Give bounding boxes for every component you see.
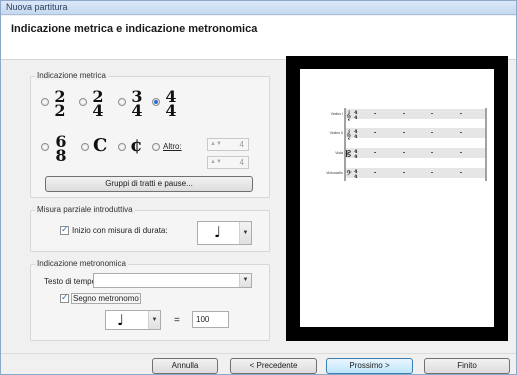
common-time-icon: C — [93, 135, 108, 156]
pickup-label: Misura parziale introduttiva — [35, 205, 135, 214]
svg-text:𝄢: 𝄢 — [346, 169, 352, 180]
beam-groups-button[interactable]: Gruppi di tratti e pause... — [45, 176, 253, 192]
time-signature-radio-4-4[interactable] — [152, 98, 160, 106]
preview-instrument-label: Violino I — [331, 112, 343, 116]
tempo-text-select[interactable]: ▼ — [93, 273, 252, 288]
time-signature-2-4: 2 4 — [92, 87, 104, 120]
quarter-note-icon: ♩ — [214, 223, 222, 241]
time-signature-3-4: 3 4 — [131, 87, 143, 120]
chevron-down-icon[interactable]: ▼ — [239, 274, 251, 287]
time-signature-radio-2-4[interactable] — [79, 98, 87, 106]
show-metronome-label[interactable]: Segno metronomo — [71, 293, 141, 304]
time-signature-radio-cut[interactable] — [118, 143, 126, 151]
time-signature-radio-other[interactable] — [152, 143, 160, 151]
equals-sign: = — [174, 315, 180, 326]
cut-time-icon: ¢ — [130, 135, 143, 156]
new-score-dialog: Nuova partitura Indicazione metrica e in… — [0, 0, 517, 375]
time-signature-4-4: 4 4 — [165, 87, 177, 120]
svg-text:4: 4 — [354, 134, 358, 140]
spinner-icon: ▲▼ — [210, 159, 222, 165]
page-title: Indicazione metrica e indicazione metron… — [11, 23, 258, 35]
svg-text:4: 4 — [354, 115, 358, 121]
other-top-spinner[interactable]: ▲▼ 4 — [207, 138, 249, 151]
other-bottom-spinner[interactable]: ▲▼ 4 — [207, 156, 249, 169]
preview-page: 𝄞 𝄞 𝄡 𝄢 44 44 44 44 Violino I Violino II Vi… — [300, 69, 494, 327]
svg-text:𝄞: 𝄞 — [346, 129, 351, 140]
quarter-note-icon: ♩ — [117, 311, 125, 329]
next-button[interactable]: Prossimo > — [326, 358, 413, 374]
svg-text:4: 4 — [354, 154, 358, 160]
spinner-icon: ▲▼ — [210, 141, 222, 147]
metronome-label: Indicazione metronomica — [35, 259, 128, 268]
time-signature-radio-common[interactable] — [81, 143, 89, 151]
preview-staves: 𝄞𝄞𝄡𝄢 44 44 44 44 Violino I Violino II Vi… — [326, 108, 487, 181]
footer-separator — [1, 353, 516, 354]
time-signature-radio-3-4[interactable] — [118, 98, 126, 106]
preview-instrument-label: Viola — [335, 151, 343, 155]
time-signature-label: Indicazione metrica — [35, 71, 108, 80]
time-signature-2-2: 2 2 — [54, 87, 66, 120]
score-preview: 𝄞 𝄞 𝄡 𝄢 44 44 44 44 Violino I Violino II Vi… — [286, 56, 508, 341]
bpm-input[interactable]: 100 — [192, 311, 229, 328]
metronome-note-select[interactable]: ♩ ▼ — [105, 310, 161, 330]
window-title: Nuova partitura — [6, 2, 68, 12]
preview-instrument-label: Violino II — [330, 131, 343, 135]
time-signature-radio-6-8[interactable] — [41, 143, 49, 151]
title-bar: Nuova partitura — [1, 1, 516, 15]
tempo-text-label: Testo di tempo: — [44, 277, 99, 286]
svg-text:𝄞: 𝄞 — [346, 110, 351, 121]
cancel-button[interactable]: Annulla — [152, 358, 218, 374]
time-signature-radio-2-2[interactable] — [41, 98, 49, 106]
finish-button[interactable]: Finito — [424, 358, 510, 374]
show-metronome-checkbox[interactable] — [60, 292, 69, 303]
chevron-down-icon[interactable]: ▼ — [239, 222, 251, 244]
svg-text:4: 4 — [354, 174, 358, 180]
other-label: Altro: — [163, 142, 182, 151]
pickup-duration-select[interactable]: ♩ ▼ — [197, 221, 252, 245]
pickup-checkbox[interactable] — [60, 224, 69, 235]
svg-text:𝄡: 𝄡 — [346, 148, 351, 160]
back-button[interactable]: < Precedente — [230, 358, 317, 374]
pickup-checkbox-label[interactable]: Inizio con misura di durata: — [72, 226, 168, 235]
chevron-down-icon[interactable]: ▼ — [148, 311, 160, 329]
time-signature-6-8: 6 8 — [55, 132, 67, 165]
preview-instrument-label: Violoncello — [326, 171, 343, 175]
